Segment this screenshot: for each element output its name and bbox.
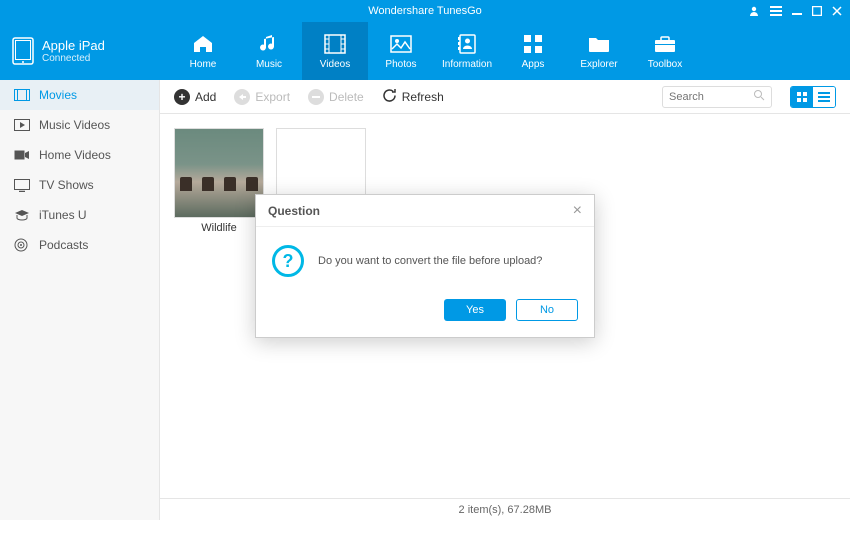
user-icon[interactable] [748, 5, 760, 17]
videos-icon [323, 33, 347, 55]
delete-button[interactable]: Delete [308, 89, 364, 105]
nav-photos[interactable]: Photos [368, 22, 434, 80]
status-text: 2 item(s), 67.28MB [459, 504, 552, 516]
plus-icon: + [174, 89, 190, 105]
search-input[interactable] [669, 91, 753, 103]
sidebar-item-tv-shows[interactable]: TV Shows [0, 170, 159, 200]
device-status: Connected [42, 53, 105, 64]
nav-videos[interactable]: Videos [302, 22, 368, 80]
search-box[interactable] [662, 86, 772, 108]
sidebar-item-label: Movies [39, 88, 77, 102]
list-view-button[interactable] [813, 87, 835, 107]
delete-icon [308, 89, 324, 105]
video-thumbnail-image [174, 128, 264, 218]
toolbox-icon [653, 33, 677, 55]
view-toggle [790, 86, 836, 108]
grid-view-button[interactable] [791, 87, 813, 107]
nav-home[interactable]: Home [170, 22, 236, 80]
search-icon [753, 88, 765, 106]
dialog-title: Question [268, 204, 320, 218]
video-label: Wildlife [201, 222, 236, 234]
export-button[interactable]: Export [234, 89, 290, 105]
close-icon[interactable] [832, 6, 842, 16]
yes-button[interactable]: Yes [444, 299, 506, 321]
header: Apple iPad Connected Home Music Videos P… [0, 22, 850, 80]
menu-icon[interactable] [770, 6, 782, 16]
app-title: Wondershare TunesGo [368, 5, 482, 17]
tv-shows-icon [14, 178, 30, 192]
nav-information[interactable]: Information [434, 22, 500, 80]
maximize-icon[interactable] [812, 6, 822, 16]
sidebar-item-label: Podcasts [39, 238, 88, 252]
home-icon [191, 33, 215, 55]
home-videos-icon [14, 148, 30, 162]
explorer-icon [587, 33, 611, 55]
nav-explorer[interactable]: Explorer [566, 22, 632, 80]
sidebar-item-label: iTunes U [39, 208, 87, 222]
question-icon: ? [272, 245, 304, 277]
sidebar: Movies Music Videos Home Videos TV Shows… [0, 80, 160, 520]
dialog-message: Do you want to convert the file before u… [318, 255, 542, 267]
minimize-icon[interactable] [792, 6, 802, 16]
movies-icon [14, 88, 30, 102]
dialog-close-icon[interactable]: × [573, 202, 582, 220]
apps-icon [521, 33, 545, 55]
export-icon [234, 89, 250, 105]
podcasts-icon [14, 238, 30, 252]
window-controls [748, 5, 842, 17]
sidebar-item-label: Music Videos [39, 118, 110, 132]
sidebar-item-podcasts[interactable]: Podcasts [0, 230, 159, 260]
photos-icon [389, 33, 413, 55]
nav-music[interactable]: Music [236, 22, 302, 80]
information-icon [455, 33, 479, 55]
no-button[interactable]: No [516, 299, 578, 321]
sidebar-item-label: Home Videos [39, 148, 111, 162]
refresh-icon [382, 88, 397, 106]
sidebar-item-label: TV Shows [39, 178, 94, 192]
nav-toolbox[interactable]: Toolbox [632, 22, 698, 80]
music-icon [257, 33, 281, 55]
question-dialog: Question × ? Do you want to convert the … [255, 194, 595, 338]
sidebar-item-itunes-u[interactable]: iTunes U [0, 200, 159, 230]
refresh-button[interactable]: Refresh [382, 88, 444, 106]
add-button[interactable]: + Add [174, 89, 216, 105]
video-thumb[interactable]: Wildlife [174, 128, 264, 234]
toolbar: + Add Export Delete Refresh [160, 80, 850, 114]
main-nav: Home Music Videos Photos Information App… [170, 22, 698, 80]
sidebar-item-music-videos[interactable]: Music Videos [0, 110, 159, 140]
itunes-u-icon [14, 208, 30, 222]
device-panel[interactable]: Apple iPad Connected [0, 22, 160, 80]
device-name: Apple iPad [42, 38, 105, 53]
nav-apps[interactable]: Apps [500, 22, 566, 80]
titlebar: Wondershare TunesGo [0, 0, 850, 22]
sidebar-item-home-videos[interactable]: Home Videos [0, 140, 159, 170]
sidebar-item-movies[interactable]: Movies [0, 80, 159, 110]
statusbar: 2 item(s), 67.28MB [160, 498, 850, 520]
music-videos-icon [14, 118, 30, 132]
ipad-icon [12, 37, 34, 65]
